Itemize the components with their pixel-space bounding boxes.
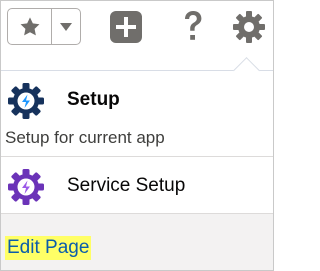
menu-footer: Edit Page	[1, 213, 273, 270]
gear-icon	[233, 11, 265, 43]
favorites-button[interactable]	[8, 9, 52, 44]
service-setup-menu-item[interactable]: Service Setup	[1, 158, 273, 212]
favorites-menu-button[interactable]	[52, 9, 80, 44]
global-actions-button[interactable]	[110, 11, 142, 43]
edit-page-link[interactable]: Edit Page	[5, 236, 92, 260]
star-icon	[20, 16, 39, 35]
setup-menu-item[interactable]: Setup Setup for current app	[1, 73, 273, 154]
service-setup-gear-icon	[8, 169, 44, 205]
caret-down-icon	[60, 22, 72, 31]
question-icon	[185, 11, 202, 40]
setup-title: Setup	[67, 89, 120, 110]
setup-menu-window: Setup Setup for current app Service Setu…	[0, 0, 274, 271]
setup-gear-icon	[8, 83, 44, 119]
setup-subtitle: Setup for current app	[5, 128, 165, 147]
setup-gear-button[interactable]	[232, 10, 266, 44]
help-button[interactable]	[175, 7, 211, 47]
service-setup-label: Service Setup	[67, 175, 186, 196]
favorites-button-group	[7, 8, 81, 45]
menu-divider	[1, 156, 273, 157]
plus-icon	[110, 11, 142, 43]
